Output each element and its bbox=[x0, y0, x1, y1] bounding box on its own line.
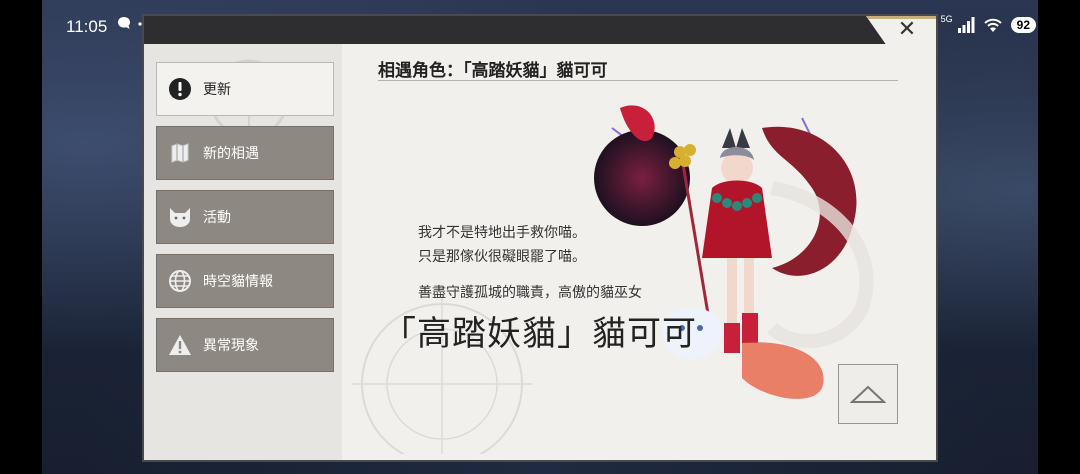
globe-icon bbox=[167, 268, 193, 294]
character-quote-line: 只是那傢伙很礙眼罷了喵。 bbox=[418, 249, 586, 265]
alert-circle-icon bbox=[167, 76, 193, 102]
right-letterbox bbox=[1038, 0, 1080, 474]
sidebar-item-anomalies[interactable]: 異常現象 bbox=[156, 318, 334, 372]
chat-notification-icon bbox=[118, 17, 130, 29]
title-divider bbox=[378, 80, 898, 81]
close-button[interactable]: ✕ bbox=[894, 18, 920, 42]
sidebar-item-label: 活動 bbox=[203, 210, 231, 226]
battery-level: 92 bbox=[1010, 17, 1036, 33]
scroll-icon bbox=[167, 140, 193, 166]
wifi-icon bbox=[983, 18, 1002, 32]
status-time: 11:05 bbox=[66, 17, 108, 36]
character-quote-line: 我才不是特地出手救你喵。 bbox=[418, 225, 586, 241]
sidebar-item-label: 新的相遇 bbox=[203, 146, 259, 162]
sidebar-item-new-encounter[interactable]: 新的相遇 bbox=[156, 126, 334, 180]
character-subtitle: 善盡守護孤城的職責，高傲的貓巫女 bbox=[418, 285, 642, 301]
network-type: 5G bbox=[940, 14, 953, 24]
sidebar-item-events[interactable]: 活動 bbox=[156, 190, 334, 244]
scroll-to-top-button[interactable] bbox=[838, 364, 898, 424]
cat-face-icon bbox=[167, 204, 193, 230]
announcement-content: 相遇角色：「高踏妖貓」貓可可 我才不是特地出手救你喵。 只是那傢伙很礙眼罷了喵。… bbox=[342, 44, 936, 460]
sidebar-item-update[interactable]: 更新 bbox=[156, 62, 334, 116]
sidebar-item-label: 時空貓情報 bbox=[203, 274, 273, 290]
page-title: 相遇角色：「高踏妖貓」貓可可 bbox=[378, 61, 608, 81]
left-letterbox bbox=[0, 0, 42, 474]
chevron-up-icon bbox=[850, 385, 886, 403]
warning-icon bbox=[167, 332, 193, 358]
sidebar-item-label: 異常現象 bbox=[203, 338, 259, 354]
dialog-header-bar bbox=[144, 16, 936, 44]
sidebar-item-label: 更新 bbox=[203, 82, 231, 98]
character-illustration bbox=[594, 105, 874, 399]
sidebar-item-spacetime-info[interactable]: 時空貓情報 bbox=[156, 254, 334, 308]
signal-icon bbox=[957, 17, 975, 33]
character-name: 「高踏妖貓」貓可可 bbox=[382, 314, 697, 354]
announcement-dialog: ✕ 更新 新的相遇 活動 時空貓情報 異常現象 相遇角色：「高踏妖貓」貓可可 我… bbox=[142, 14, 938, 462]
category-sidebar: 更新 新的相遇 活動 時空貓情報 異常現象 bbox=[144, 44, 342, 460]
